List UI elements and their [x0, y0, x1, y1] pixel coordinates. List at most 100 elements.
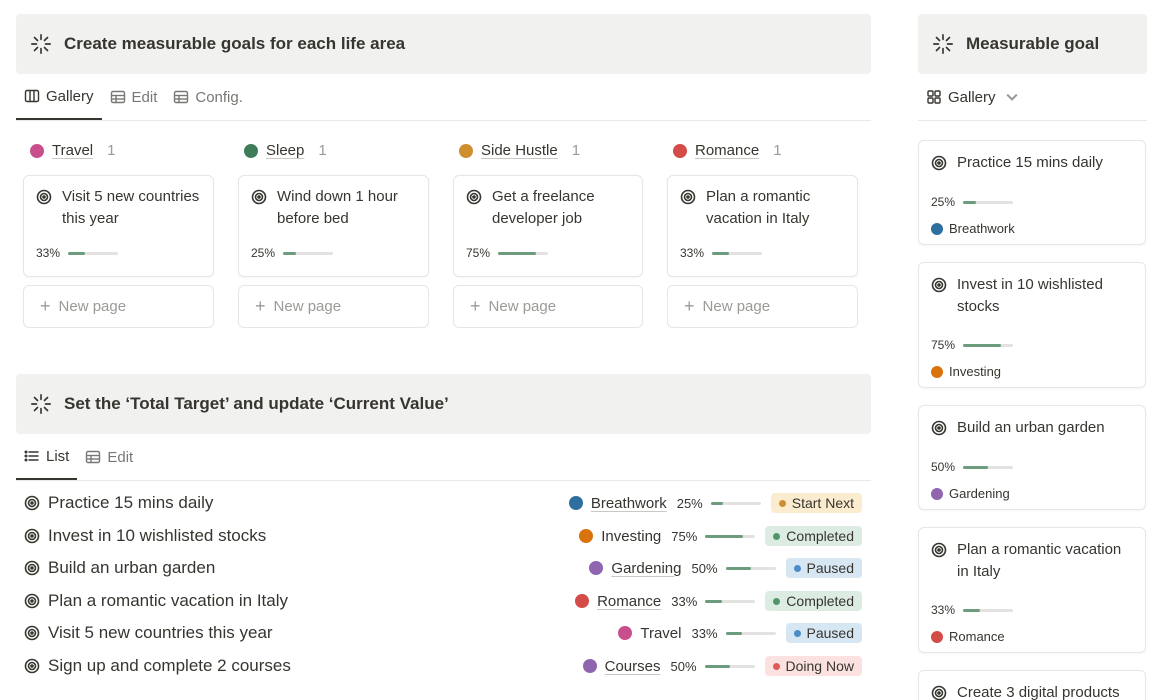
area-tag[interactable]: Investing [579, 528, 661, 545]
area-tag[interactable]: Travel [618, 625, 681, 642]
list-row[interactable]: Visit 5 new countries this year Travel 33%… [24, 618, 862, 648]
goal-card[interactable]: Visit 5 new countries this year 33% [23, 175, 214, 277]
progress: 50% [670, 659, 755, 674]
progress: 75% [466, 246, 549, 260]
tab-gallery-dropdown[interactable]: Gallery [918, 84, 1028, 120]
tab-gallery[interactable]: Gallery [16, 84, 102, 120]
goal-card[interactable]: Plan a romantic vacation in Italy 33% Roma… [918, 527, 1146, 653]
area-color-dot [931, 222, 943, 235]
column-header-travel[interactable]: Travel 1 [30, 142, 115, 159]
progress-bar [712, 251, 763, 255]
target-icon [24, 593, 40, 609]
target-banner: Set the ‘Total Target’ and update ‘Curre… [16, 374, 871, 434]
plus-icon: + [255, 296, 266, 316]
goal-card[interactable]: Build an urban garden 50% Gardening [918, 405, 1146, 510]
target-icon [931, 277, 947, 293]
target-icon [931, 685, 947, 700]
gallery-icon [24, 89, 40, 103]
card-title: Plan a romantic vacation in Italy [706, 188, 811, 227]
area-tag[interactable]: Romance [575, 593, 661, 610]
plus-icon: + [40, 296, 51, 316]
goal-card[interactable]: Wind down 1 hour before bed 25% [238, 175, 429, 277]
area-tag[interactable]: Romance [919, 629, 1005, 644]
goal-card[interactable]: Create 3 digital products [918, 670, 1146, 700]
status-badge[interactable]: Start Next [770, 493, 862, 513]
area-tag[interactable]: Breathwork [919, 221, 1015, 236]
target-icon [24, 528, 40, 544]
area-tag[interactable]: Breathwork [568, 495, 667, 512]
card-title: Build an urban garden [957, 419, 1105, 436]
tab-config[interactable]: Config. [165, 84, 251, 120]
progress: 33% [931, 603, 1014, 617]
list-row[interactable]: Plan a romantic vacation in Italy Romance… [24, 586, 862, 616]
status-badge[interactable]: Completed [765, 526, 862, 546]
target-icon [24, 495, 40, 511]
tab-edit[interactable]: Edit [77, 444, 141, 480]
status-badge[interactable]: Paused [785, 623, 862, 643]
tab-list[interactable]: List [16, 444, 78, 480]
progress-bar [705, 599, 756, 603]
status-badge[interactable]: Paused [785, 558, 862, 578]
target-icon [931, 155, 947, 171]
goal-card[interactable]: Practice 15 mins daily 25% Breathwork [918, 140, 1146, 245]
area-color-dot [931, 487, 943, 500]
area-tag[interactable]: Gardening [589, 560, 681, 577]
area-color-dot [30, 143, 44, 158]
list-view-tabs: List Edit [16, 444, 871, 481]
status-badge[interactable]: Doing Now [764, 656, 862, 676]
list-row[interactable]: Build an urban garden Gardening 50% Paused [24, 553, 862, 583]
progress-bar [963, 343, 1014, 347]
chevron-down-icon [1005, 93, 1018, 101]
status-badge[interactable]: Completed [765, 591, 862, 611]
area-tag[interactable]: Courses [582, 658, 660, 675]
row-title: Build an urban garden [24, 558, 215, 578]
card-title: Wind down 1 hour before bed [277, 188, 398, 227]
tab-edit[interactable]: Edit [102, 84, 166, 120]
sparkle-loading-icon [31, 34, 51, 54]
row-title: Visit 5 new countries this year [24, 623, 273, 643]
new-page-button[interactable]: + New page [667, 285, 858, 328]
list-icon [24, 450, 39, 462]
card-title: Invest in 10 wishlisted stocks [957, 276, 1103, 315]
banner-title: Set the ‘Total Target’ and update ‘Curre… [64, 394, 449, 413]
target-icon [466, 189, 482, 205]
progress-bar [705, 534, 756, 538]
new-page-button[interactable]: + New page [238, 285, 429, 328]
list-row[interactable]: Sign up and complete 2 courses Courses 50%… [24, 651, 862, 681]
plus-icon: + [684, 296, 695, 316]
area-tag[interactable]: Investing [919, 364, 1001, 379]
new-page-button[interactable]: + New page [23, 285, 214, 328]
progress-bar [710, 501, 761, 505]
progress: 33% [691, 626, 776, 641]
goal-card[interactable]: Plan a romantic vacation in Italy 33% [667, 175, 858, 277]
target-icon [251, 189, 267, 205]
progress: 50% [691, 561, 776, 576]
progress-bar [963, 465, 1014, 469]
card-title: Create 3 digital products [957, 684, 1120, 700]
area-color-dot [575, 594, 590, 608]
list-row[interactable]: Practice 15 mins daily Breathwork 25% Start… [24, 488, 862, 518]
column-header-romance[interactable]: Romance 1 [673, 142, 782, 159]
area-tag[interactable]: Gardening [919, 486, 1010, 501]
area-color-dot [459, 143, 473, 158]
target-icon [24, 560, 40, 576]
area-color-dot [568, 496, 583, 510]
goal-card[interactable]: Invest in 10 wishlisted stocks 75% Investi… [918, 262, 1146, 388]
progress: 33% [671, 594, 756, 609]
progress: 25% [677, 496, 761, 511]
progress: 25% [931, 195, 1014, 209]
banner-title: Create measurable goals for each life ar… [64, 34, 406, 53]
progress-bar [963, 200, 1014, 204]
sparkle-loading-icon [31, 394, 51, 414]
area-color-dot [618, 626, 633, 640]
progress-bar [725, 631, 776, 635]
goal-card[interactable]: Get a freelance developer job 75% [453, 175, 643, 277]
column-header-sleep[interactable]: Sleep 1 [244, 142, 327, 159]
list-row[interactable]: Invest in 10 wishlisted stocks Investing 7… [24, 521, 862, 551]
area-color-dot [673, 143, 687, 158]
table-icon [86, 450, 101, 464]
new-page-button[interactable]: + New page [453, 285, 643, 328]
column-header-side-hustle[interactable]: Side Hustle 1 [459, 142, 580, 159]
target-icon [931, 420, 947, 436]
gallery-view-tabs: Gallery Edit Config. [16, 84, 871, 121]
